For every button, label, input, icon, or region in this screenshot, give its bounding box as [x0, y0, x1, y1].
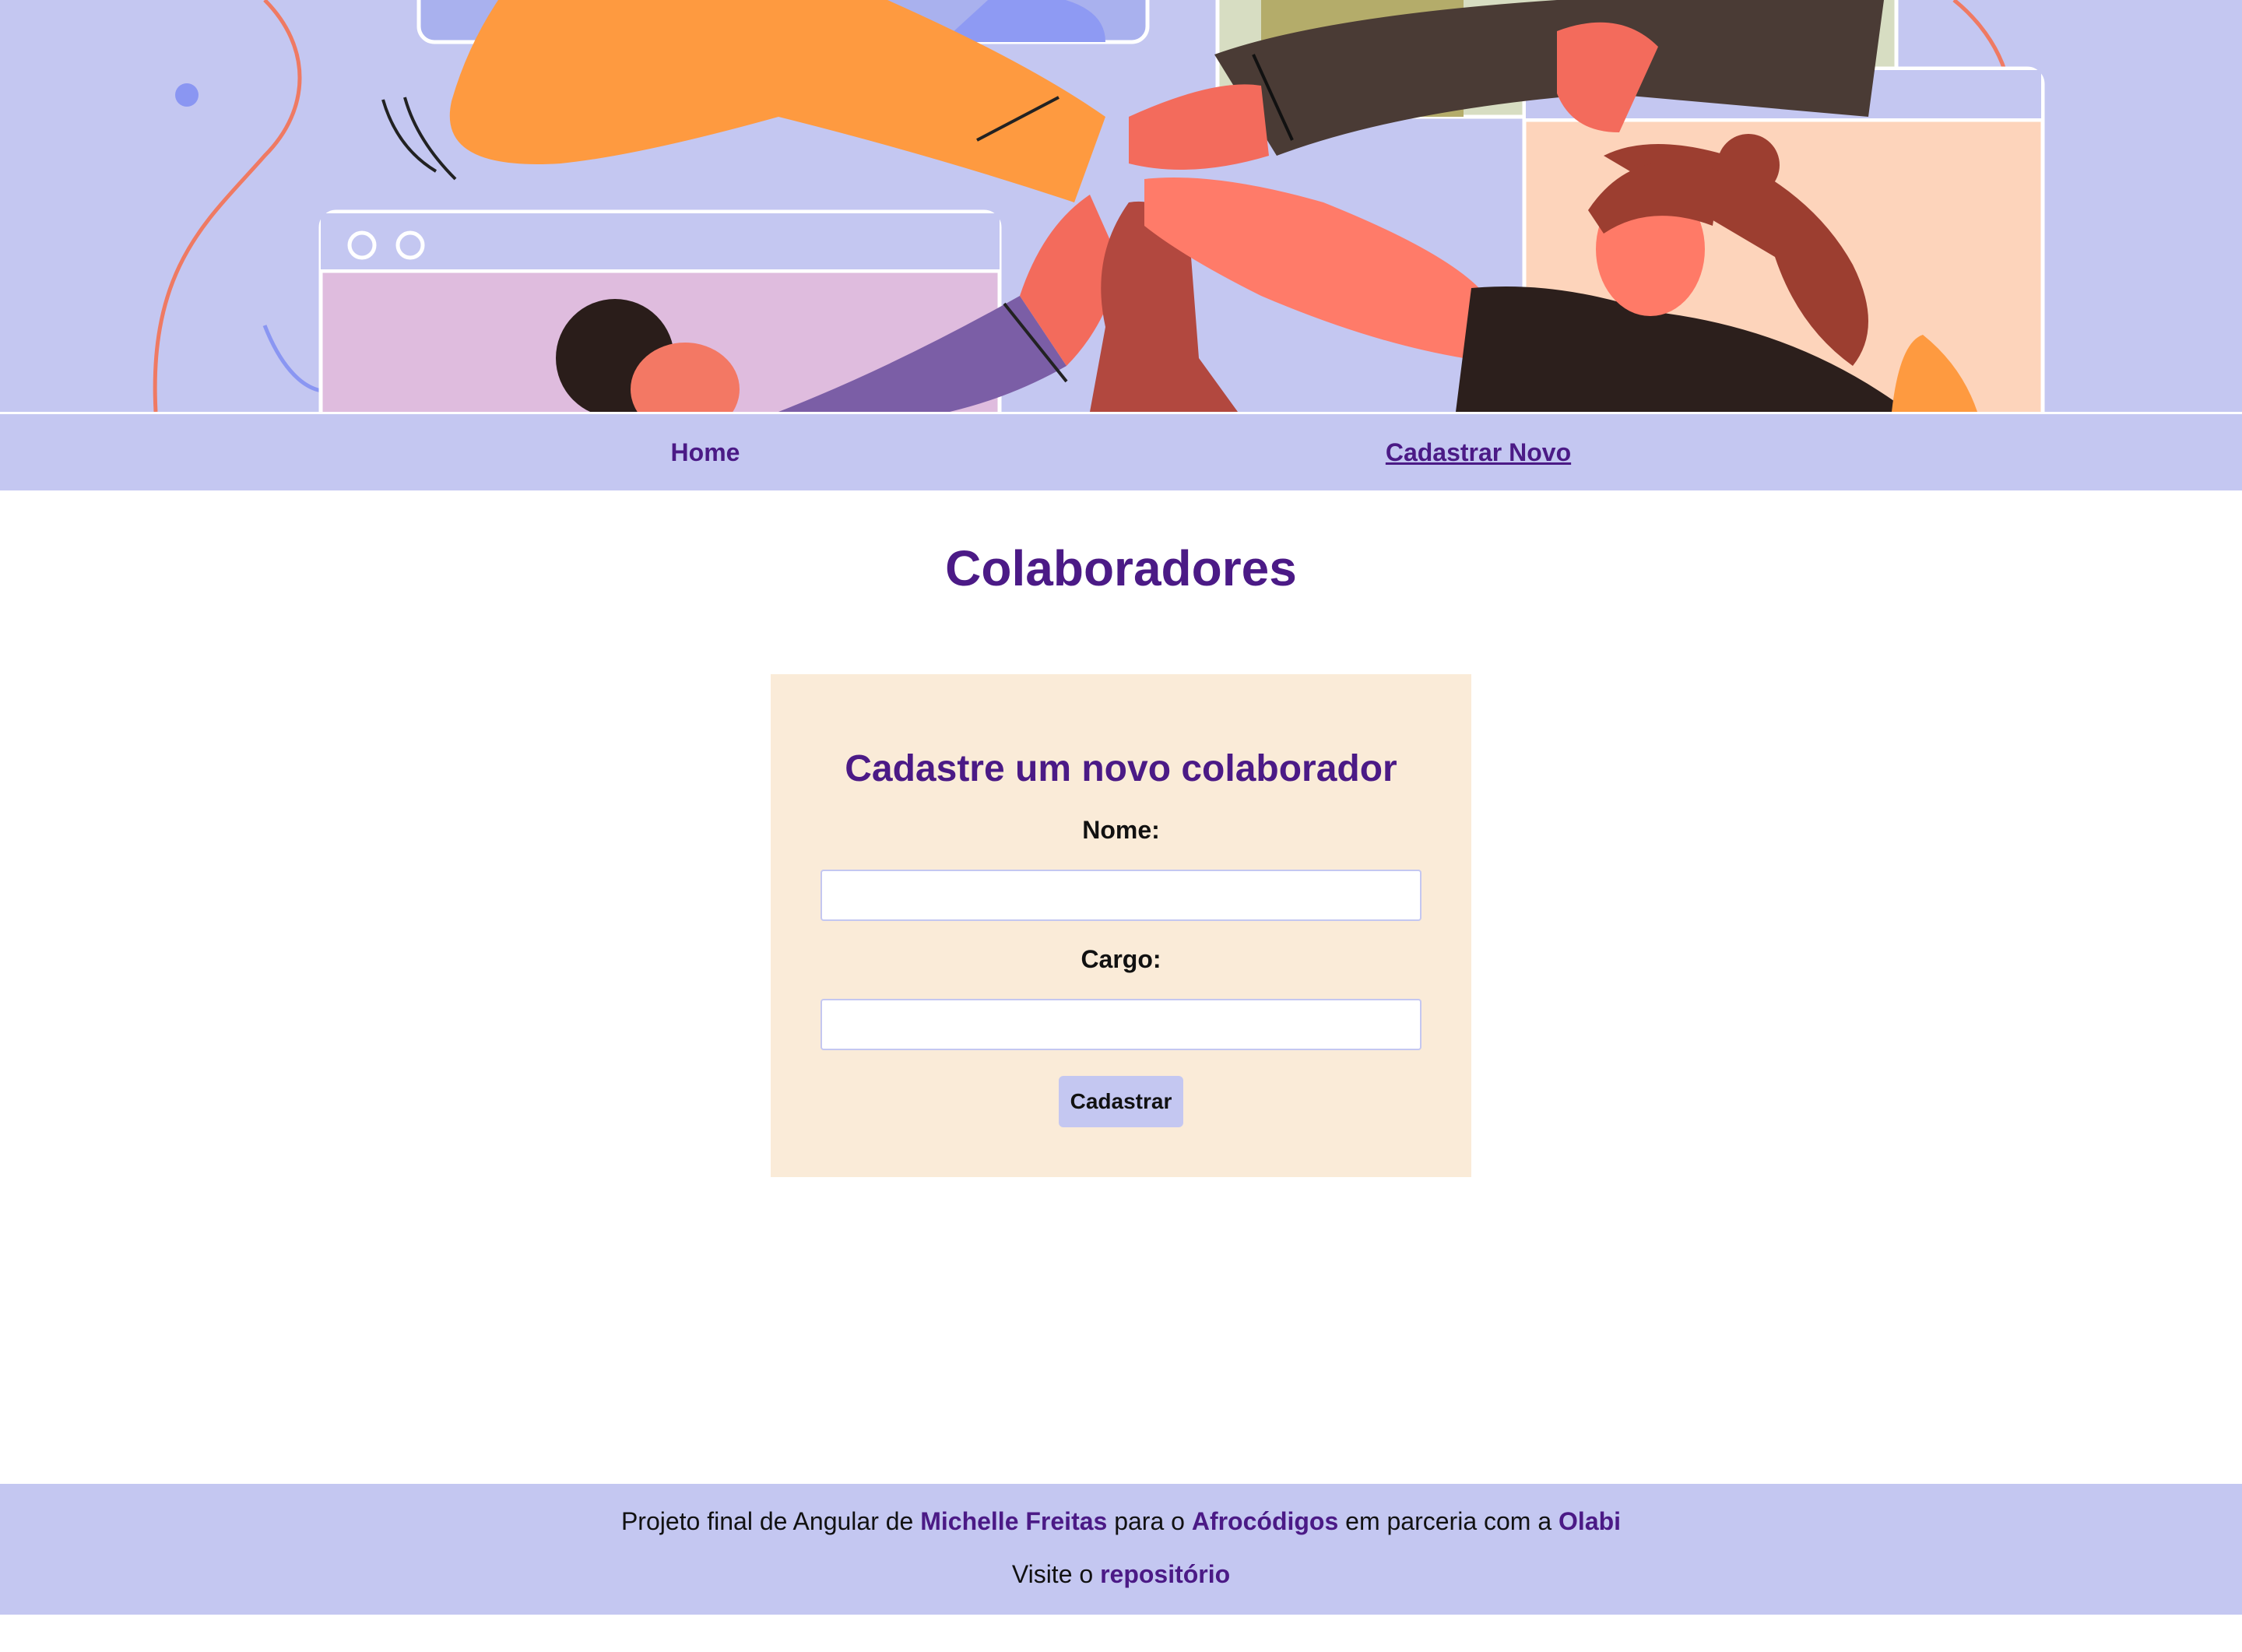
- olabi-link[interactable]: Olabi: [1559, 1507, 1621, 1535]
- footer-text-mid1: para o: [1107, 1507, 1192, 1535]
- nav-home-link[interactable]: Home: [671, 414, 740, 490]
- footer-repo-line: Visite o repositório: [0, 1559, 2242, 1590]
- repository-link[interactable]: repositório: [1100, 1560, 1230, 1588]
- afrocodigos-link[interactable]: Afrocódigos: [1192, 1507, 1338, 1535]
- cadastrar-button[interactable]: Cadastrar: [1059, 1076, 1183, 1127]
- footer-credits: Projeto final de Angular de Michelle Fre…: [0, 1506, 2242, 1537]
- nome-input[interactable]: [821, 870, 1421, 921]
- nav-cadastrar-novo-link[interactable]: Cadastrar Novo: [1386, 414, 1571, 490]
- footer: Projeto final de Angular de Michelle Fre…: [0, 1484, 2242, 1615]
- cargo-input[interactable]: [821, 999, 1421, 1050]
- main-nav: Home Cadastrar Novo: [0, 413, 2242, 490]
- page: Home Cadastrar Novo Colaboradores Cadast…: [0, 0, 2242, 1652]
- cargo-label: Cargo:: [1081, 945, 1161, 973]
- new-collaborator-form: Cadastre um novo colaborador Nome: Cargo…: [771, 674, 1471, 1177]
- header-banner: [0, 0, 2242, 412]
- footer-visit-text: Visite o: [1011, 1560, 1101, 1588]
- form-title: Cadastre um novo colaborador: [845, 748, 1397, 789]
- page-title: Colaboradores: [945, 540, 1297, 596]
- author-link[interactable]: Michelle Freitas: [920, 1507, 1107, 1535]
- footer-text-prefix: Projeto final de Angular de: [620, 1507, 921, 1535]
- team-high-five-illustration: [0, 0, 2242, 412]
- nome-label: Nome:: [1082, 816, 1160, 844]
- footer-text-mid2: em parceria com a: [1338, 1507, 1559, 1535]
